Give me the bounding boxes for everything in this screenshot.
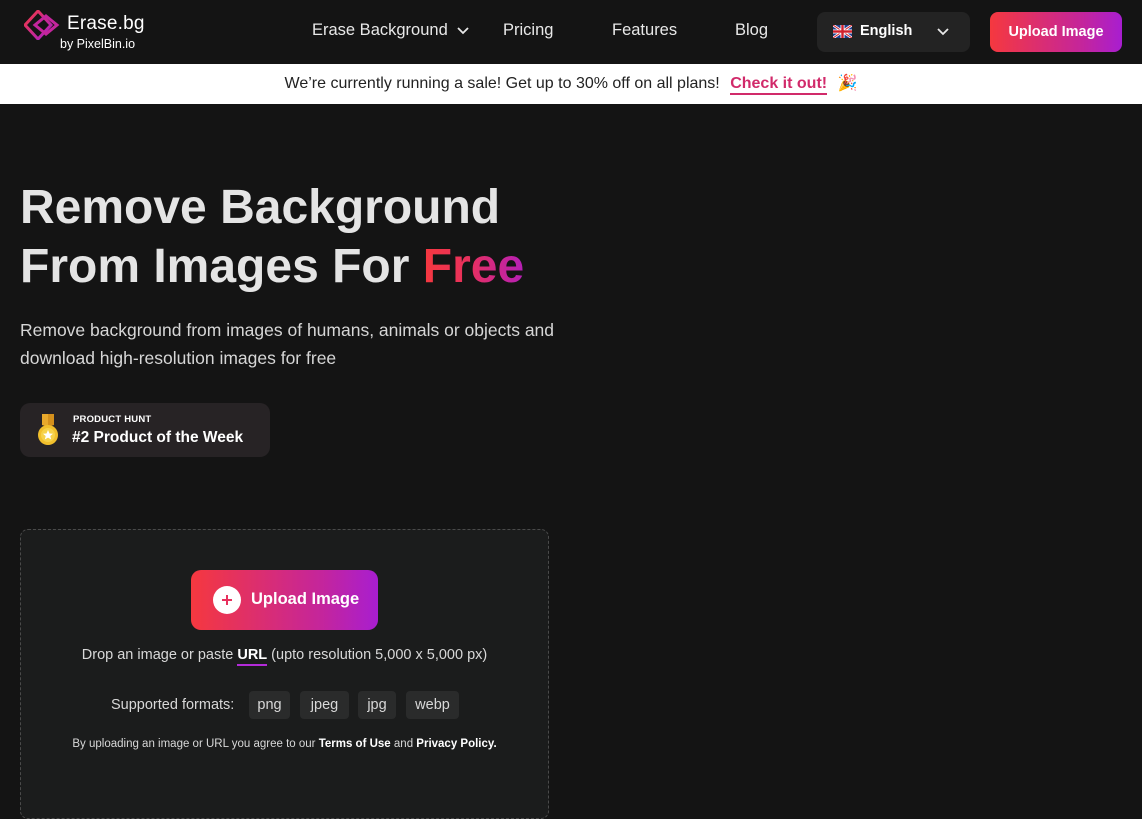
top-nav: Erase.bg by PixelBin.io Erase Background… <box>0 0 1142 64</box>
privacy-policy-link[interactable]: Privacy Policy. <box>416 738 496 750</box>
language-select[interactable]: English <box>817 12 970 52</box>
drop-instructions: Drop an image or paste URL (upto resolut… <box>21 647 548 666</box>
upload-dropzone[interactable]: Upload Image Drop an image or paste URL … <box>20 529 549 819</box>
paste-url-link[interactable]: URL <box>237 647 268 666</box>
format-tag: jpeg <box>300 691 349 719</box>
language-label: English <box>860 23 913 39</box>
medal-icon <box>38 414 58 445</box>
party-popper-icon: 🎉 <box>837 75 858 92</box>
chevron-down-icon <box>937 28 949 36</box>
hero-title: Remove Background From Images For Free <box>20 178 580 296</box>
chevron-down-icon[interactable] <box>456 26 470 36</box>
upload-image-label: Upload Image <box>251 590 360 608</box>
drop-prefix: Drop an image or paste <box>81 647 238 663</box>
plus-icon <box>213 586 241 614</box>
nav-blog[interactable]: Blog <box>735 21 768 40</box>
upload-image-button[interactable]: Upload Image <box>191 570 378 630</box>
formats-label: Supported formats: <box>111 697 235 713</box>
banner-check-it-out-link[interactable]: Check it out! <box>730 75 828 95</box>
nav-pricing[interactable]: Pricing <box>503 21 553 40</box>
brand-logo[interactable]: Erase.bg by PixelBin.io <box>24 10 164 54</box>
badge-title: #2 Product of the Week <box>72 429 244 446</box>
terms-of-use-link[interactable]: Terms of Use <box>319 738 391 750</box>
badge-kicker: PRODUCT HUNT <box>73 414 152 425</box>
hero-title-line2: From Images For <box>20 240 423 293</box>
hero-title-highlight: Free <box>422 240 525 293</box>
erase-bg-logo-icon <box>24 10 60 40</box>
uk-flag-icon <box>833 25 852 38</box>
product-hunt-badge[interactable]: PRODUCT HUNT #2 Product of the Week <box>20 403 270 457</box>
terms-and: and <box>390 738 417 750</box>
nav-features[interactable]: Features <box>612 21 677 40</box>
brand-subtitle: by PixelBin.io <box>60 37 136 51</box>
header-upload-button[interactable]: Upload Image <box>990 12 1122 52</box>
format-tag: jpg <box>358 691 396 719</box>
drop-suffix: (upto resolution 5,000 x 5,000 px) <box>267 647 488 663</box>
hero-subtitle: Remove background from images of humans,… <box>20 320 555 368</box>
brand-title: Erase.bg <box>67 13 145 34</box>
format-tag: png <box>249 691 290 719</box>
hero-title-line1: Remove Background <box>20 181 501 234</box>
supported-formats: Supported formats: png jpeg jpg webp <box>21 690 548 720</box>
nav-erase-background[interactable]: Erase Background <box>312 21 448 40</box>
banner-text: We’re currently running a sale! Get up t… <box>284 75 720 92</box>
format-tag: webp <box>406 691 459 719</box>
terms-notice: By uploading an image or URL you agree t… <box>21 738 548 750</box>
sale-banner: We’re currently running a sale! Get up t… <box>0 64 1142 104</box>
terms-prefix: By uploading an image or URL you agree t… <box>72 738 319 750</box>
